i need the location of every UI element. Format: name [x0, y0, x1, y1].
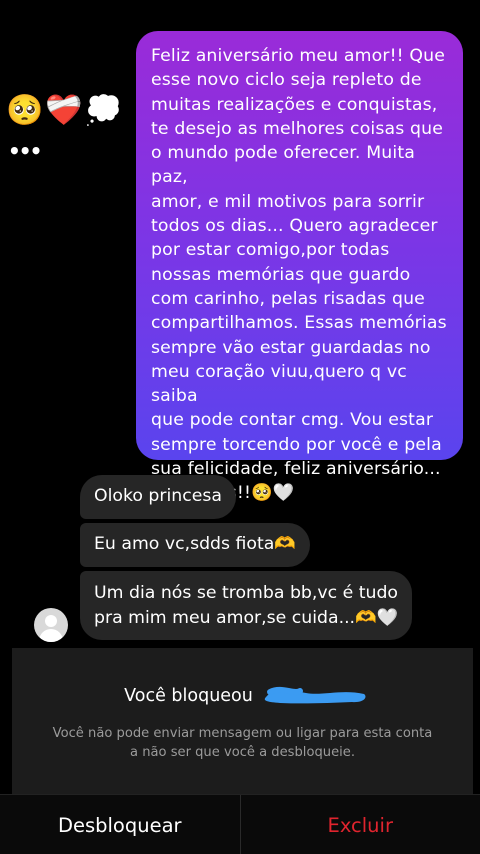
message-reactions[interactable]: 🥺 ❤️‍🩹 💭: [6, 96, 122, 126]
avatar-shoulders-shape: [39, 629, 63, 642]
incoming-message-bubble[interactable]: Um dia nós se tromba bb,vc é tudo pra mi…: [80, 571, 413, 640]
mending-heart-emoji-icon: ❤️‍🩹: [45, 93, 83, 128]
outgoing-message-bubble[interactable]: Feliz aniversário meu amor!! Que esse no…: [136, 31, 463, 503]
blocked-action-bar: Desbloquear Excluir: [0, 794, 480, 854]
blocked-notice-title: Você bloqueou: [12, 684, 473, 708]
redaction-scribble-icon: [264, 686, 366, 704]
blocked-notice-panel: Você bloqueou Você não pode enviar mensa…: [12, 648, 473, 794]
blocked-notice-title-text: Você bloqueou: [124, 686, 253, 706]
avatar-head-shape: [45, 615, 57, 627]
chat-screen: 🥺 ❤️‍🩹 💭 ••• Feliz aniversário meu amor!…: [0, 0, 480, 854]
incoming-message-bubble[interactable]: Eu amo vc,sdds fiota🫶: [80, 523, 310, 567]
incoming-message-bubble[interactable]: Oloko princesa: [80, 475, 236, 519]
unblock-button[interactable]: Desbloquear: [0, 795, 240, 854]
delete-button[interactable]: Excluir: [241, 795, 480, 854]
avatar[interactable]: [34, 608, 68, 642]
more-options-icon[interactable]: •••: [8, 141, 42, 161]
thought-balloon-emoji-icon: 💭: [84, 93, 123, 128]
blocked-notice-description: Você não pode enviar mensagem ou ligar p…: [52, 726, 433, 760]
pleading-face-emoji-icon: 🥺: [6, 93, 44, 128]
